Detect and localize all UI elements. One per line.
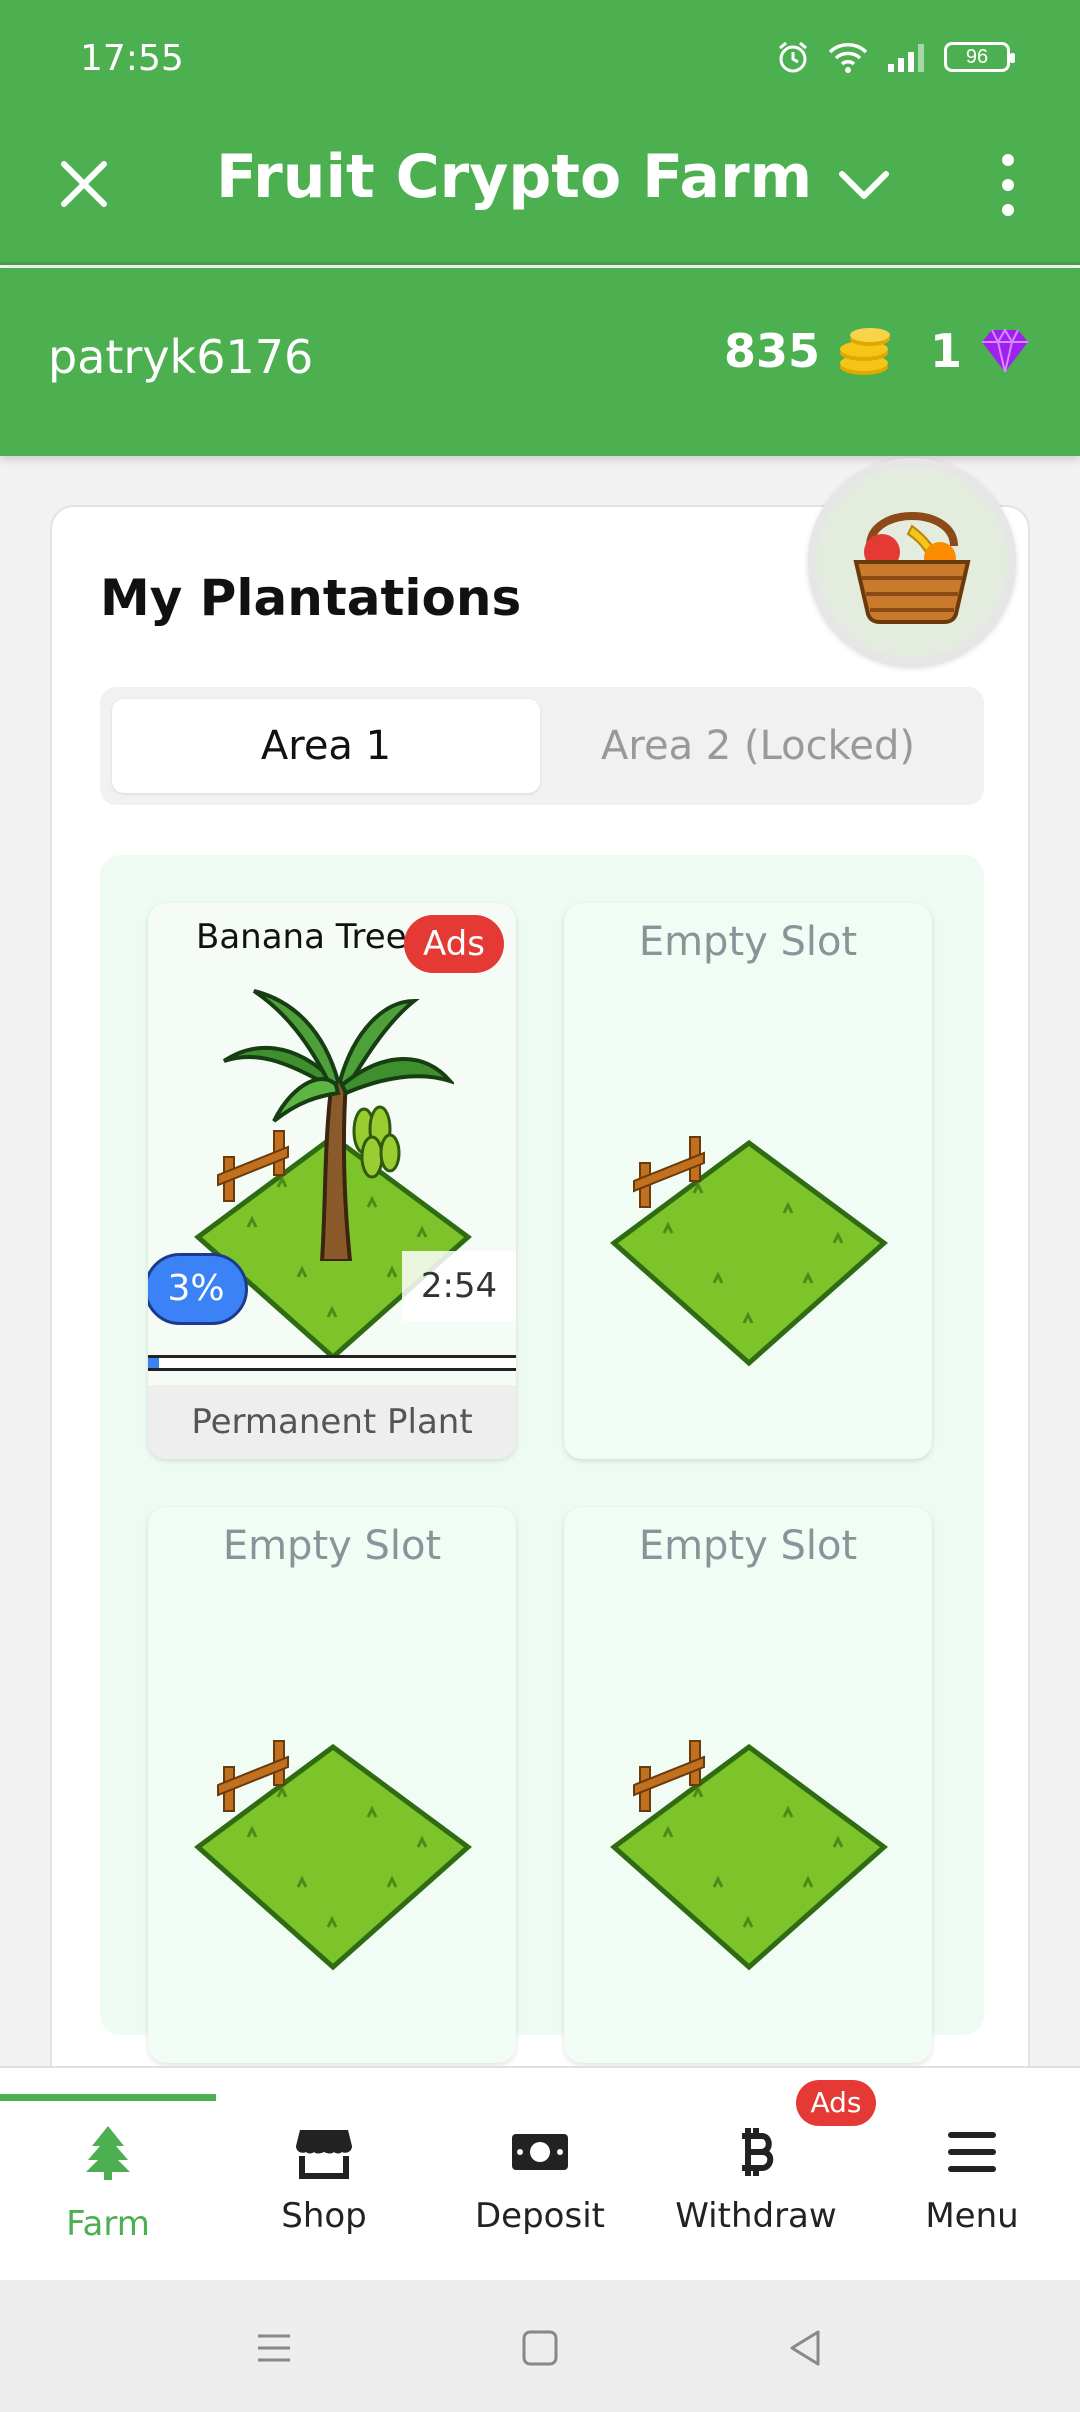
growth-percent-badge: 3% bbox=[148, 1253, 248, 1325]
empty-slot[interactable]: Empty Slot bbox=[148, 1507, 516, 2063]
plant-slot-banana[interactable]: Banana Tree Ads 3% 2:54 Permanent Plant bbox=[148, 903, 516, 1459]
bottom-nav: Farm Shop Deposit Withdraw Menu Ads bbox=[0, 2066, 1080, 2280]
nav-label: Menu bbox=[925, 2196, 1019, 2236]
tab-area-2-locked[interactable]: Area 2 (Locked) bbox=[544, 699, 972, 793]
banana-tree-icon bbox=[222, 989, 454, 1261]
fruit-basket-icon bbox=[853, 512, 971, 624]
balances: 835 1 bbox=[724, 324, 1032, 378]
grass-tile-icon bbox=[194, 1740, 472, 1971]
nav-label: Withdraw bbox=[675, 2196, 837, 2236]
status-icons: 96 bbox=[776, 40, 1015, 74]
plantations-card: My Plantations Area 1 Area 2 (Locked) Ba… bbox=[50, 505, 1030, 2105]
growth-progress-bar bbox=[148, 1355, 516, 1371]
card-title: My Plantations bbox=[100, 569, 522, 627]
nav-deposit[interactable]: Deposit bbox=[432, 2112, 648, 2236]
area-tabs: Area 1 Area 2 (Locked) bbox=[100, 687, 984, 805]
status-time: 17:55 bbox=[80, 38, 184, 79]
chevron-down-icon[interactable] bbox=[834, 160, 894, 210]
nav-active-indicator bbox=[0, 2094, 216, 2101]
empty-slot[interactable]: Empty Slot bbox=[564, 903, 932, 1459]
alarm-icon bbox=[779, 41, 807, 73]
store-icon bbox=[296, 2130, 352, 2179]
status-bar: 17:55 96 bbox=[0, 0, 1080, 120]
bitcoin-icon bbox=[742, 2128, 774, 2176]
tree-icon bbox=[86, 2126, 130, 2180]
signal-icon bbox=[888, 44, 924, 72]
plantation-grid: Banana Tree Ads 3% 2:54 Permanent Plant … bbox=[100, 855, 984, 2063]
app-bar: Fruit Crypto Farm bbox=[0, 120, 1080, 265]
home-icon[interactable] bbox=[516, 2324, 564, 2372]
wifi-icon bbox=[828, 43, 868, 73]
close-icon[interactable] bbox=[52, 152, 116, 216]
growth-progress-fill bbox=[148, 1358, 160, 1368]
system-nav-bar bbox=[0, 2280, 1080, 2412]
app-title: Fruit Crypto Farm bbox=[216, 142, 813, 212]
coin-balance: 835 bbox=[723, 324, 820, 378]
plant-type-label: Permanent Plant bbox=[148, 1385, 516, 1459]
more-vert-icon[interactable] bbox=[990, 150, 1026, 220]
empty-slot-label: Empty Slot bbox=[638, 919, 858, 965]
nav-withdraw[interactable]: Withdraw bbox=[648, 2112, 864, 2236]
gem-icon bbox=[982, 328, 1028, 373]
nav-shop[interactable]: Shop bbox=[216, 2112, 432, 2236]
withdraw-ads-badge[interactable]: Ads bbox=[796, 2080, 876, 2126]
battery-icon: 96 bbox=[944, 42, 1015, 72]
nav-label: Deposit bbox=[475, 2196, 605, 2236]
gem-balance: 1 bbox=[929, 324, 962, 378]
growth-timer: 2:54 bbox=[402, 1251, 516, 1321]
grass-tile-icon bbox=[610, 1136, 888, 1367]
user-bar: patryk6176 835 1 bbox=[0, 268, 1080, 456]
battery-level: 96 bbox=[965, 46, 989, 68]
fruit-basket-button[interactable] bbox=[808, 458, 1016, 666]
nav-label: Shop bbox=[281, 2196, 367, 2236]
username: patryk6176 bbox=[48, 330, 314, 384]
tab-area-1[interactable]: Area 1 bbox=[112, 699, 540, 793]
nav-farm[interactable]: Farm bbox=[0, 2112, 216, 2244]
empty-slot-label: Empty Slot bbox=[638, 1523, 858, 1569]
money-icon bbox=[512, 2134, 568, 2170]
menu-icon bbox=[948, 2132, 996, 2172]
back-icon[interactable] bbox=[782, 2324, 830, 2372]
plant-name: Banana Tree bbox=[196, 917, 407, 957]
nav-menu[interactable]: Menu bbox=[864, 2112, 1080, 2236]
empty-slot-label: Empty Slot bbox=[222, 1523, 442, 1569]
recents-icon[interactable] bbox=[250, 2324, 298, 2372]
coins-icon bbox=[839, 328, 890, 375]
empty-slot[interactable]: Empty Slot bbox=[564, 1507, 932, 2063]
nav-label: Farm bbox=[66, 2204, 150, 2244]
ads-badge[interactable]: Ads bbox=[404, 915, 504, 973]
grass-tile-icon bbox=[610, 1740, 888, 1971]
